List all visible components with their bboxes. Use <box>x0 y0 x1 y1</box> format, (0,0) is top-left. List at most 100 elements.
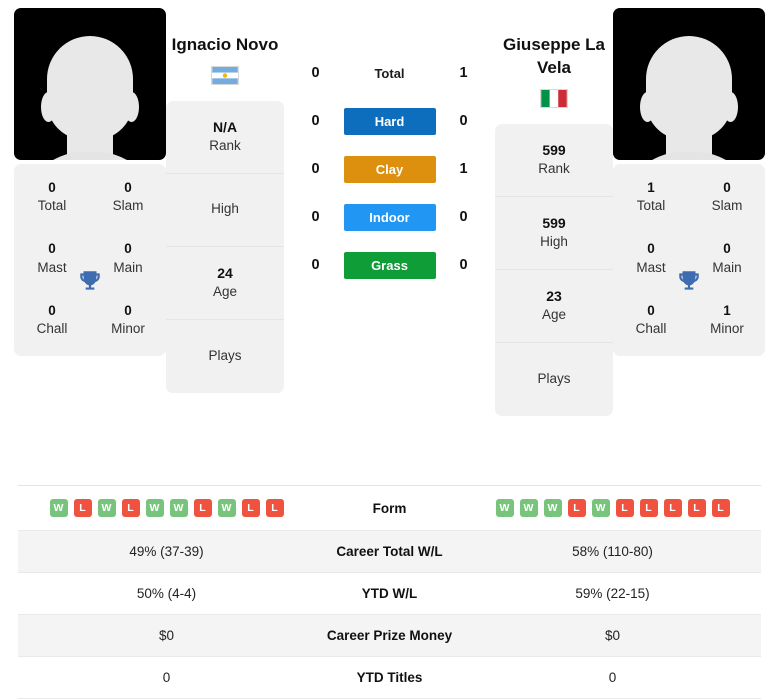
top-comparison-area: Ignacio Novo 0Total0Slam0Mast0Main0Chall… <box>0 0 779 468</box>
info-card-high: 599 High <box>495 197 613 270</box>
title-stat-label: Minor <box>710 321 744 337</box>
h2h-total-label: Total <box>374 65 405 81</box>
trophy-icon <box>80 271 100 290</box>
title-stat-label: Total <box>636 198 666 214</box>
title-stat-total: 0 Total <box>14 170 90 223</box>
h2h-row-clay: 0 Clay 1 <box>284 155 495 183</box>
info-card-value: 599 <box>542 214 566 231</box>
form-badge-win[interactable]: W <box>97 499 116 517</box>
table-row-label: Career Prize Money <box>326 628 453 643</box>
table-row-label: YTD W/L <box>361 586 418 601</box>
right-form-cell: WWWLWLLLLL <box>464 486 761 531</box>
right-titles-grid: 1 Total 0 Slam 0 Mast 0 Main 0 Chall 1 Minor <box>613 170 765 346</box>
title-stat-label: Slam <box>711 198 743 214</box>
h2h-left-score: 0 <box>311 113 320 129</box>
title-stat-label: Chall <box>36 321 68 337</box>
title-stat-value: 0 <box>723 241 731 257</box>
right-player-info-column: Giuseppe La Vela 599 Rank 599 High 23 Age Play… <box>495 8 613 416</box>
table-row-label: Form <box>372 500 407 516</box>
title-stat-value: 1 <box>723 302 731 318</box>
right-player-titles-card: 1 Total 0 Slam 0 Mast 0 Main 0 Chall 1 Minor <box>613 164 765 357</box>
title-stat-minor: 1 Minor <box>689 293 765 346</box>
title-stat-label: Chall <box>635 321 667 337</box>
form-badge-win[interactable]: W <box>169 499 188 517</box>
form-badge-loss[interactable]: L <box>73 499 92 517</box>
left-player-photo-column: Ignacio Novo 0Total0Slam0Mast0Main0Chall… <box>14 8 166 357</box>
italy-flag-icon <box>540 88 568 108</box>
surface-chip-hard[interactable]: Hard <box>343 107 436 135</box>
title-stat-value: 0 <box>647 302 655 318</box>
h2h-left-score: 0 <box>311 257 320 273</box>
h2h-row-grass: 0 Grass 0 <box>284 251 495 279</box>
form-badge-win[interactable]: W <box>49 499 68 517</box>
form-badge-win[interactable]: W <box>145 499 164 517</box>
form-badge-loss[interactable]: L <box>241 499 260 517</box>
form-badge-win[interactable]: W <box>519 499 538 517</box>
h2h-right-score: 1 <box>459 161 468 177</box>
info-card-age: 24 Age <box>166 247 284 320</box>
title-stat-value: 0 <box>647 241 655 257</box>
title-stat-label: Minor <box>111 321 145 337</box>
info-card-value: 24 <box>217 264 233 281</box>
form-badge-loss[interactable]: L <box>663 499 682 517</box>
form-badge-win[interactable]: W <box>591 499 610 517</box>
surface-chip-clay[interactable]: Clay <box>343 155 436 183</box>
surface-chip-grass[interactable]: Grass <box>343 251 436 279</box>
avatar-silhouette-icon <box>22 30 158 160</box>
form-badge-loss[interactable]: L <box>711 499 730 517</box>
right-player-photo-column: Giuseppe La Vela 1Total0Slam0Mast0Main0C… <box>613 8 765 357</box>
info-card-plays: Plays <box>166 320 284 393</box>
title-stat-value: 0 <box>48 302 56 318</box>
form-badge-loss[interactable]: L <box>121 499 140 517</box>
title-stat-label: Total <box>37 198 67 214</box>
left-player-photo-card[interactable]: Ignacio Novo <box>14 8 166 160</box>
head-to-head-column: 0 Total 1 0 Hard 0 0 Clay 1 0 Indoor 0 0 Grass 0 <box>284 8 495 279</box>
info-card-label: Plays <box>208 347 242 363</box>
right-ytd-titles-value: 0 <box>608 670 617 685</box>
right-career-total-wl-value: 58% (110-80) <box>572 544 653 559</box>
argentina-flag-icon <box>211 65 239 85</box>
form-badge-loss[interactable]: L <box>265 499 284 517</box>
table-row: W L W L W W L W L L Form W W W L W L L L L L <box>18 486 761 531</box>
left-player-info-cards: N/A Rank High 24 Age Plays <box>166 100 284 393</box>
title-stat-value: 0 <box>124 241 132 257</box>
title-stat-total: 1 Total <box>613 170 689 223</box>
title-stat-value: 1 <box>647 180 655 195</box>
left-player-info-column: Ignacio Novo N/A Rank High 24 Age Plays <box>166 8 284 393</box>
left-form-cell: WLWLWWLWLL <box>18 486 315 531</box>
form-badge-win[interactable]: W <box>543 499 562 517</box>
form-badge-loss[interactable]: L <box>687 499 706 517</box>
title-stat-value: 0 <box>124 180 132 195</box>
right-player-info-cards: 599 Rank 599 High 23 Age Plays <box>495 123 613 416</box>
title-stat-value: 0 <box>124 302 132 318</box>
info-card-label: Plays <box>537 370 571 386</box>
right-player-name[interactable]: Giuseppe La Vela <box>495 34 613 80</box>
info-card-label: Age <box>212 284 238 300</box>
form-badge-loss[interactable]: L <box>567 499 586 517</box>
info-card-label: Rank <box>209 138 241 154</box>
form-badge-loss[interactable]: L <box>193 499 212 517</box>
left-player-name[interactable]: Ignacio Novo <box>172 34 279 57</box>
info-card-value: N/A <box>212 118 238 135</box>
table-row-label: YTD Titles <box>356 670 423 685</box>
title-stat-chall: 0 Chall <box>14 293 90 346</box>
form-badge-win[interactable]: W <box>217 499 236 517</box>
title-stat-value: 0 <box>48 180 56 195</box>
right-ytd-wl-value: 59% (22-15) <box>575 586 650 601</box>
right-player-photo-card[interactable]: Giuseppe La Vela <box>613 8 765 160</box>
surface-chip-indoor[interactable]: Indoor <box>343 203 436 231</box>
info-card-label: High <box>540 234 568 250</box>
title-stat-minor: 0 Minor <box>90 293 166 346</box>
trophy-icon <box>679 271 699 290</box>
table-row: 49% (37-39) Career Total W/L 58% (110-80) <box>18 530 761 573</box>
title-stat-value: 0 <box>723 180 731 195</box>
left-player-avatar <box>14 8 166 160</box>
form-badge-win[interactable]: W <box>495 499 514 517</box>
title-stat-slam: 0 Slam <box>90 170 166 223</box>
form-badge-loss[interactable]: L <box>615 499 634 517</box>
info-card-age: 23 Age <box>495 270 613 343</box>
form-badge-loss[interactable]: L <box>639 499 658 517</box>
h2h-right-score: 0 <box>459 209 468 225</box>
h2h-row-indoor: 0 Indoor 0 <box>284 203 495 231</box>
h2h-row-total: 0 Total 1 <box>284 60 495 86</box>
